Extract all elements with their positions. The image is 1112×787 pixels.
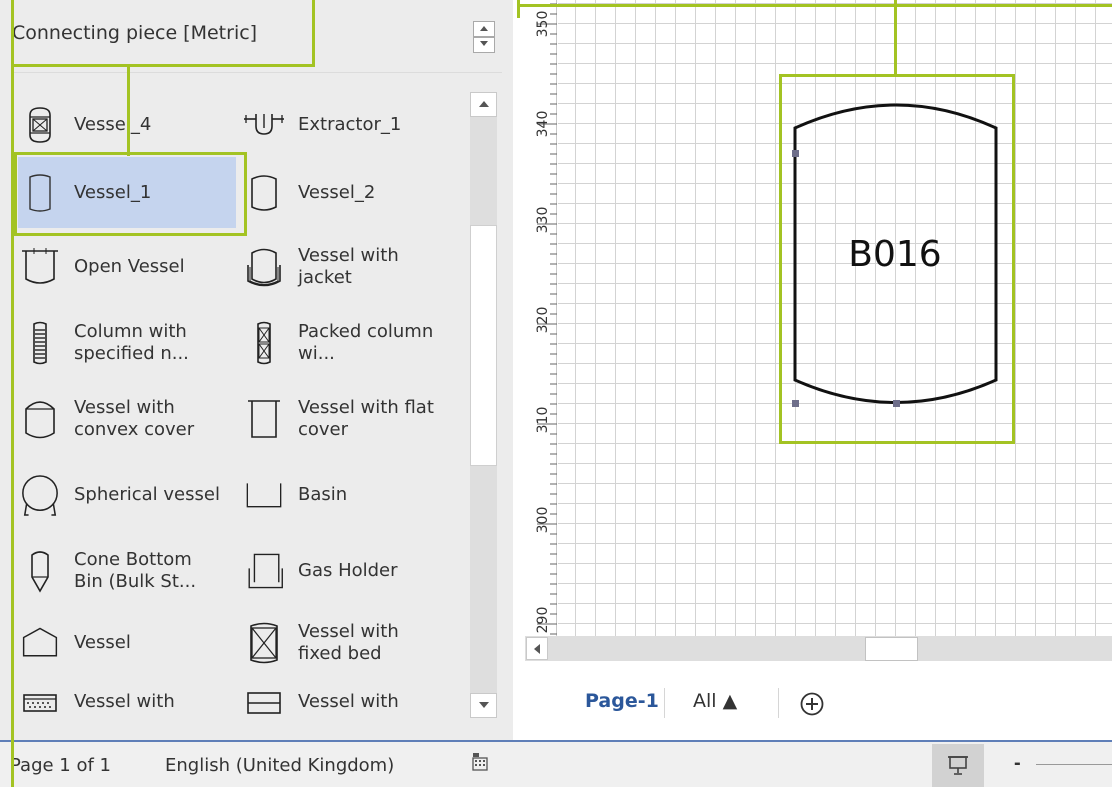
shape-fixed-bed[interactable]: Vessel with fixed bed bbox=[244, 610, 438, 676]
shape-vessel-dotted[interactable]: Vessel with bbox=[20, 672, 175, 732]
shapes-scrollbar-thumb[interactable] bbox=[470, 225, 497, 466]
spherical-vessel-icon bbox=[20, 472, 60, 518]
ruler-label-290: 290 bbox=[535, 607, 551, 634]
horizontal-scrollbar-thumb[interactable] bbox=[865, 637, 918, 661]
highlight-stencil-title bbox=[11, 0, 315, 67]
vessel-lines-icon bbox=[244, 679, 284, 725]
language-status[interactable]: English (United Kingdom) bbox=[165, 755, 394, 776]
shape-vessel-flat[interactable]: Vessel with flat cover bbox=[244, 386, 438, 452]
shape-label: Vessel with bbox=[298, 691, 399, 712]
triangle-up-icon bbox=[480, 26, 488, 31]
vessel-2-icon bbox=[244, 170, 284, 216]
shape-vessel-lines[interactable]: Vessel with bbox=[244, 672, 399, 732]
triangle-up-icon bbox=[478, 101, 489, 107]
zoom-out-button[interactable]: - bbox=[1014, 752, 1021, 775]
shape-column[interactable]: Column with specified n... bbox=[20, 310, 224, 376]
ruler-label-340: 340 bbox=[535, 111, 551, 138]
triangle-left-icon bbox=[534, 644, 540, 654]
shape-cone-bin[interactable]: Cone Bottom Bin (Bulk St... bbox=[20, 538, 224, 604]
shape-label: Vessel bbox=[74, 632, 131, 653]
ruler-label-310: 310 bbox=[535, 407, 551, 434]
cone-bin-icon bbox=[20, 548, 60, 594]
shape-label: Spherical vessel bbox=[74, 484, 220, 505]
extractor-icon bbox=[244, 102, 284, 148]
highlight-connector-line bbox=[517, 4, 1112, 7]
tab-divider bbox=[664, 688, 665, 718]
shape-label: Vessel with convex cover bbox=[74, 397, 195, 440]
vessel-4-icon bbox=[20, 102, 60, 148]
scroll-down-button[interactable] bbox=[470, 693, 497, 718]
shape-label: Gas Holder bbox=[298, 560, 398, 581]
shape-label: Column with specified n... bbox=[74, 321, 189, 364]
horizontal-scrollbar[interactable] bbox=[525, 636, 1112, 661]
scroll-left-button[interactable] bbox=[526, 637, 548, 660]
page-count-status[interactable]: Page 1 of 1 bbox=[10, 755, 111, 776]
shape-gas-holder[interactable]: Gas Holder bbox=[244, 538, 398, 604]
shape-basin[interactable]: Basin bbox=[244, 462, 347, 528]
shape-vessel-4[interactable]: Vessel_4 bbox=[20, 92, 151, 158]
vessel-icon bbox=[20, 620, 60, 666]
triangle-down-icon bbox=[480, 41, 488, 46]
highlight-connector-line bbox=[127, 64, 130, 156]
shape-label: Vessel with flat cover bbox=[298, 397, 434, 440]
highlight-vessel-1 bbox=[14, 152, 247, 236]
ruler-label-300: 300 bbox=[535, 507, 551, 534]
header-divider bbox=[12, 72, 502, 73]
shape-label: Basin bbox=[298, 484, 348, 505]
vessel-flat-icon bbox=[244, 396, 284, 442]
ruler-label-320: 320 bbox=[535, 307, 551, 334]
vessel-dotted-icon bbox=[20, 679, 60, 725]
ruler-ticks: 350 340 330 320 310 300 290 bbox=[535, 3, 557, 635]
ruler-label-350: 350 bbox=[535, 11, 551, 38]
vessel-jacket-icon bbox=[244, 244, 284, 290]
scroll-up-button[interactable] bbox=[470, 92, 497, 117]
macro-recording-icon[interactable] bbox=[470, 752, 490, 777]
fixed-bed-icon bbox=[244, 620, 284, 666]
shape-label: Vessel with jacket bbox=[298, 245, 399, 288]
shape-label: Vessel_4 bbox=[74, 114, 152, 135]
tab-page-1[interactable]: Page-1 bbox=[585, 690, 659, 712]
highlight-connector-line bbox=[127, 64, 315, 67]
shape-spherical-vessel[interactable]: Spherical vessel bbox=[20, 462, 224, 528]
basin-icon bbox=[244, 472, 284, 518]
presentation-icon bbox=[948, 756, 968, 775]
shape-extractor-1[interactable]: Extractor_1 bbox=[244, 92, 401, 158]
shape-label: Packed column wi... bbox=[298, 321, 434, 364]
gas-holder-icon bbox=[244, 548, 284, 594]
presentation-mode-button[interactable] bbox=[932, 744, 984, 787]
stencil-scroll-down-button[interactable] bbox=[473, 37, 495, 53]
highlight-canvas-shape bbox=[779, 74, 1015, 444]
shape-packed-column[interactable]: Packed column wi... bbox=[244, 310, 438, 376]
ruler-label-330: 330 bbox=[535, 207, 551, 234]
highlight-connector-line bbox=[517, 0, 520, 18]
shape-label: Cone Bottom Bin (Bulk St... bbox=[74, 549, 197, 592]
highlight-connector-line bbox=[894, 0, 897, 76]
vessel-convex-icon bbox=[20, 396, 60, 442]
open-vessel-icon bbox=[20, 244, 60, 290]
tab-divider bbox=[778, 688, 779, 718]
shape-label: Extractor_1 bbox=[298, 114, 402, 135]
shape-vessel-2[interactable]: Vessel_2 bbox=[244, 160, 375, 226]
triangle-down-icon bbox=[478, 702, 489, 708]
shape-open-vessel[interactable]: Open Vessel bbox=[20, 234, 185, 300]
shape-vessel[interactable]: Vessel bbox=[20, 610, 131, 676]
shape-label: Vessel with bbox=[74, 691, 175, 712]
shape-label: Vessel with fixed bed bbox=[298, 621, 399, 664]
all-pages-button[interactable]: All ▲ bbox=[693, 690, 737, 712]
packed-column-icon bbox=[244, 320, 284, 366]
shape-label: Open Vessel bbox=[74, 256, 185, 277]
column-icon bbox=[20, 320, 60, 366]
shape-vessel-jacket[interactable]: Vessel with jacket bbox=[244, 234, 438, 300]
vertical-ruler: 350 340 330 320 310 300 290 bbox=[525, 0, 557, 636]
stencil-scroll-up-button[interactable] bbox=[473, 21, 495, 37]
shape-vessel-convex[interactable]: Vessel with convex cover bbox=[20, 386, 224, 452]
plus-circle-icon[interactable] bbox=[799, 691, 825, 722]
zoom-slider[interactable] bbox=[1036, 764, 1112, 765]
shape-label: Vessel_2 bbox=[298, 182, 376, 203]
